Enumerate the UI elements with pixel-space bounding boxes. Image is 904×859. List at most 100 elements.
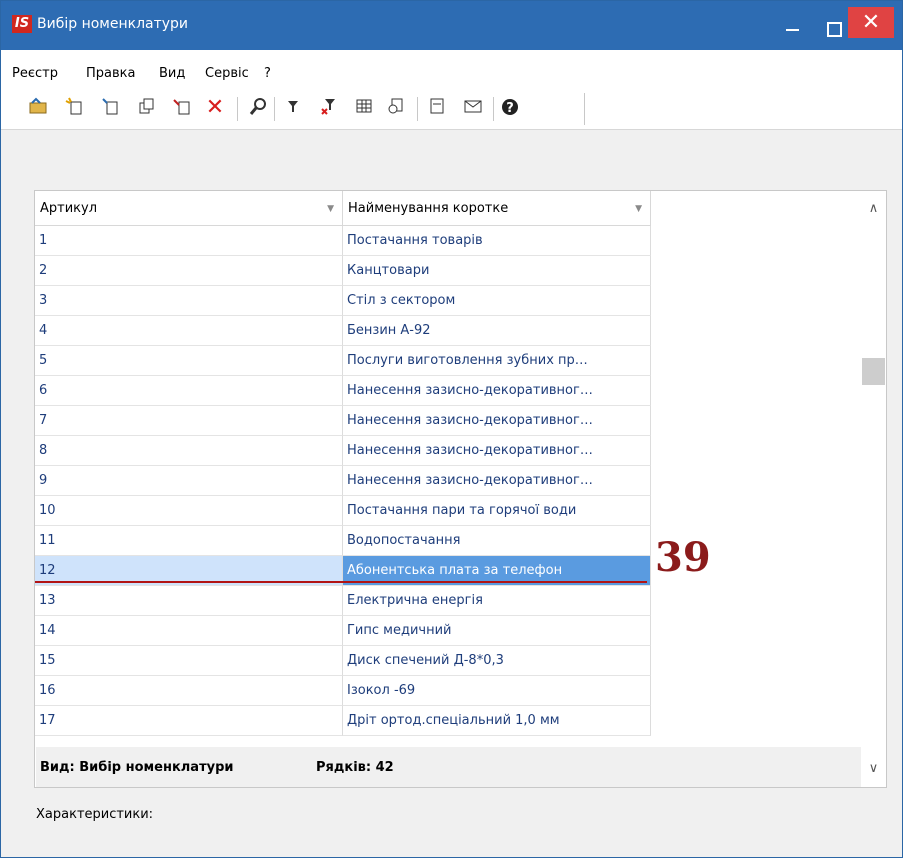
app-logo-icon: IS	[12, 15, 32, 33]
help-icon[interactable]: ?	[499, 97, 521, 119]
characteristics-label: Характеристики:	[36, 807, 154, 822]
export-icon[interactable]	[385, 97, 407, 119]
menu-bar: Реєстр Правка Вид Сервіс ?	[1, 50, 902, 89]
short-name-cell: Нанесення зазисно-декоративног…	[343, 436, 651, 466]
close-button[interactable]: ✕	[848, 7, 894, 38]
table-row[interactable]: 16 Ізокол -69	[35, 676, 651, 706]
svg-text:?: ?	[506, 101, 514, 116]
table-row[interactable]: 9 Нанесення зазисно-декоративног…	[35, 466, 651, 496]
short-name-cell: Нанесення зазисно-декоративног…	[343, 406, 651, 436]
table-row[interactable]: 13 Електрична енергія	[35, 586, 651, 616]
vertical-scrollbar[interactable]: ∧ ∨	[861, 191, 886, 787]
copy-icon[interactable]	[136, 97, 158, 119]
filter-icon[interactable]	[282, 97, 304, 119]
scroll-down-icon[interactable]: ∨	[861, 761, 886, 776]
sort-arrow-icon: ▼	[635, 204, 642, 214]
menu-help[interactable]: ?	[264, 66, 271, 81]
menu-registry[interactable]: Реєстр	[12, 66, 58, 81]
article-cell: 17	[35, 706, 343, 736]
column-header-label: Найменування коротке	[348, 201, 509, 216]
toolbar-separator	[493, 97, 494, 121]
delete-icon[interactable]: ✕	[204, 97, 226, 119]
table-row[interactable]: 5 Послуги виготовлення зубних пр…	[35, 346, 651, 376]
search-icon[interactable]	[247, 97, 269, 119]
grid-header: Артикул ▼ Найменування коротке ▼	[35, 191, 651, 226]
short-name-cell: Нанесення зазисно-декоративног…	[343, 466, 651, 496]
rows-count: Рядків: 42	[316, 760, 394, 775]
article-cell: 10	[35, 496, 343, 526]
view-label: Вид: Вибір номенклатури	[40, 760, 234, 775]
short-name-cell: Гипс медичний	[343, 616, 651, 646]
toolbar: ✕ ?	[1, 89, 902, 130]
short-name-cell: Ізокол -69	[343, 676, 651, 706]
title-bar[interactable]: IS Вибір номенклатури ✕	[1, 1, 902, 50]
table-icon[interactable]	[353, 97, 375, 119]
mail-icon[interactable]	[462, 97, 484, 119]
article-cell: 3	[35, 286, 343, 316]
table-row[interactable]: 8 Нанесення зазисно-декоративног…	[35, 436, 651, 466]
short-name-cell: Канцтовари	[343, 256, 651, 286]
short-name-cell: Диск спечений Д-8*0,3	[343, 646, 651, 676]
annotation-number: 39	[655, 534, 711, 581]
column-header-label: Артикул	[40, 201, 98, 216]
short-name-cell: Стіл з сектором	[343, 286, 651, 316]
table-row[interactable]: 10 Постачання пари та горячої води	[35, 496, 651, 526]
open-folder-icon[interactable]	[28, 97, 50, 119]
short-name-cell: Нанесення зазисно-декоративног…	[343, 376, 651, 406]
new-item-icon[interactable]	[64, 97, 86, 119]
minimize-icon	[785, 29, 799, 31]
table-row[interactable]: 17 Дріт ортод.спеціальний 1,0 мм	[35, 706, 651, 736]
table-row[interactable]: 2 Канцтовари	[35, 256, 651, 286]
edit-icon[interactable]	[172, 97, 194, 119]
article-cell: 4	[35, 316, 343, 346]
short-name-cell: Постачання пари та горячої води	[343, 496, 651, 526]
toolbar-end-separator	[584, 93, 585, 125]
table-row[interactable]: 15 Диск спечений Д-8*0,3	[35, 646, 651, 676]
short-name-cell: Бензин А-92	[343, 316, 651, 346]
sort-arrow-icon: ▼	[327, 204, 334, 214]
menu-service[interactable]: Сервіс	[205, 66, 249, 81]
menu-view[interactable]: Вид	[159, 66, 185, 81]
short-name-cell: Електрична енергія	[343, 586, 651, 616]
nomenclature-grid: Артикул ▼ Найменування коротке ▼ 1 Постач…	[34, 190, 887, 788]
grid-footer: Вид: Вибір номенклатури Рядків: 42	[36, 747, 861, 787]
article-cell: 13	[35, 586, 343, 616]
menu-edit[interactable]: Правка	[86, 66, 135, 81]
short-name-cell: Послуги виготовлення зубних пр…	[343, 346, 651, 376]
selected-row-underline	[35, 581, 647, 583]
toolbar-separator	[237, 97, 238, 121]
clear-filter-icon[interactable]	[318, 97, 340, 119]
short-name-cell: Водопостачання	[343, 526, 651, 556]
column-header-short-name[interactable]: Найменування коротке ▼	[343, 191, 651, 226]
article-cell: 15	[35, 646, 343, 676]
maximize-icon	[826, 22, 842, 37]
short-name-cell: Дріт ортод.спеціальний 1,0 мм	[343, 706, 651, 736]
close-icon: ✕	[861, 10, 881, 35]
article-cell: 16	[35, 676, 343, 706]
short-name-cell: Постачання товарів	[343, 226, 651, 256]
article-cell: 9	[35, 466, 343, 496]
article-cell: 1	[35, 226, 343, 256]
column-header-article[interactable]: Артикул ▼	[35, 191, 343, 226]
document-icon[interactable]	[426, 97, 448, 119]
minimize-button[interactable]	[769, 12, 815, 43]
window-title: Вибір номенклатури	[37, 16, 189, 32]
table-row[interactable]: 11 Водопостачання	[35, 526, 651, 556]
new-subitem-icon[interactable]	[100, 97, 122, 119]
table-row[interactable]: 3 Стіл з сектором	[35, 286, 651, 316]
table-row[interactable]: 7 Нанесення зазисно-декоративног…	[35, 406, 651, 436]
article-cell: 6	[35, 376, 343, 406]
toolbar-separator	[417, 97, 418, 121]
article-cell: 11	[35, 526, 343, 556]
table-row[interactable]: 14 Гипс медичний	[35, 616, 651, 646]
table-row[interactable]: 6 Нанесення зазисно-декоративног…	[35, 376, 651, 406]
article-cell: 2	[35, 256, 343, 286]
app-window: IS Вибір номенклатури ✕ Реєстр Правка Ви…	[0, 0, 903, 858]
table-row[interactable]: 1 Постачання товарів	[35, 226, 651, 256]
scroll-up-icon[interactable]: ∧	[861, 201, 886, 216]
table-row[interactable]: 4 Бензин А-92	[35, 316, 651, 346]
article-cell: 7	[35, 406, 343, 436]
article-cell: 14	[35, 616, 343, 646]
scrollbar-thumb[interactable]	[862, 358, 885, 385]
article-cell: 5	[35, 346, 343, 376]
